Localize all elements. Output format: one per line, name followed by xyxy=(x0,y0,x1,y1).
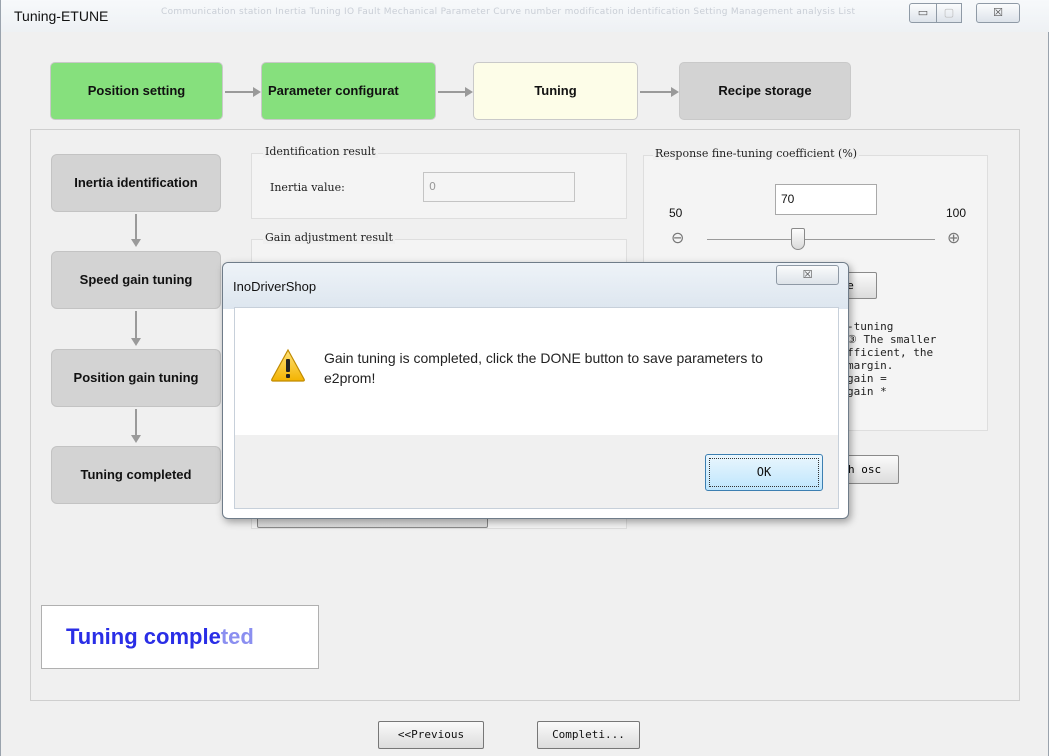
note-line: ③ The smaller xyxy=(847,333,937,346)
substep-arrow xyxy=(131,409,141,443)
step-parameter-configuration[interactable]: Parameter configurat xyxy=(261,62,436,120)
response-tuning-title: Response fine-tuning coefficient (%) xyxy=(653,147,860,160)
slider-min-label: 50 xyxy=(669,206,683,220)
message-dialog: InoDriverShop ☒ Gain tuning is completed… xyxy=(222,262,849,519)
close-button[interactable]: ☒ xyxy=(976,3,1020,23)
response-slider-track[interactable] xyxy=(707,239,935,240)
substep-position-gain-tuning: Position gain tuning xyxy=(51,349,221,407)
gain-adjustment-title: Gain adjustment result xyxy=(263,231,395,244)
slider-minus-icon[interactable]: ⊖ xyxy=(671,229,684,247)
slider-max-label: 100 xyxy=(946,206,967,220)
dialog-body: Gain tuning is completed, click the DONE… xyxy=(234,307,839,509)
etune-window: Communication station Inertia Tuning IO … xyxy=(0,0,1049,756)
response-osc-button[interactable]: h osc xyxy=(841,455,899,484)
previous-button[interactable]: <<Previous xyxy=(378,721,484,749)
slider-plus-icon[interactable]: ⊕ xyxy=(947,229,960,247)
note-line: margin. xyxy=(847,359,894,372)
note-line: gain = xyxy=(847,372,887,385)
window-title: Tuning-ETUNE xyxy=(14,8,109,24)
status-text-faded: ted xyxy=(220,624,254,649)
completion-button[interactable]: Completi... xyxy=(537,721,640,749)
minimize-button[interactable]: ▭ xyxy=(909,3,937,23)
dialog-close-button[interactable]: ☒ xyxy=(776,265,839,285)
response-coefficient-input[interactable]: 70 xyxy=(775,184,877,215)
step-arrow xyxy=(225,87,261,97)
response-note: -tuning ③ The smaller fficient, the marg… xyxy=(847,320,936,398)
substep-inertia-identification: Inertia identification xyxy=(51,154,221,212)
step-arrow xyxy=(438,87,473,97)
ok-button[interactable]: OK xyxy=(705,454,823,491)
dialog-message: Gain tuning is completed, click the DONE… xyxy=(324,350,763,386)
step-arrow xyxy=(640,87,679,97)
note-line: -tuning xyxy=(847,320,894,333)
dialog-titlebar xyxy=(223,263,848,309)
note-line: gain * xyxy=(847,385,887,398)
tuning-status-box: Tuning completed xyxy=(41,605,319,669)
substep-speed-gain-tuning: Speed gain tuning xyxy=(51,251,221,309)
dialog-content: Gain tuning is completed, click the DONE… xyxy=(235,308,838,435)
note-line: fficient, the xyxy=(847,346,934,359)
step-tuning[interactable]: Tuning xyxy=(473,62,638,120)
warning-icon xyxy=(271,348,305,382)
inertia-value-field[interactable]: 0 xyxy=(423,172,575,202)
inertia-value-label: Inertia value: xyxy=(270,181,345,194)
step-position-setting[interactable]: Position setting xyxy=(50,62,223,120)
substep-tuning-completed: Tuning completed xyxy=(51,446,221,504)
substep-arrow xyxy=(131,214,141,247)
dialog-title: InoDriverShop xyxy=(233,279,317,294)
step-recipe-storage[interactable]: Recipe storage xyxy=(679,62,851,120)
substep-arrow xyxy=(131,311,141,346)
response-slider-thumb[interactable] xyxy=(791,228,805,250)
maximize-button[interactable]: ▢ xyxy=(936,3,962,23)
status-text: Tuning comple xyxy=(66,624,221,649)
identification-result-title: Identification result xyxy=(263,145,378,158)
